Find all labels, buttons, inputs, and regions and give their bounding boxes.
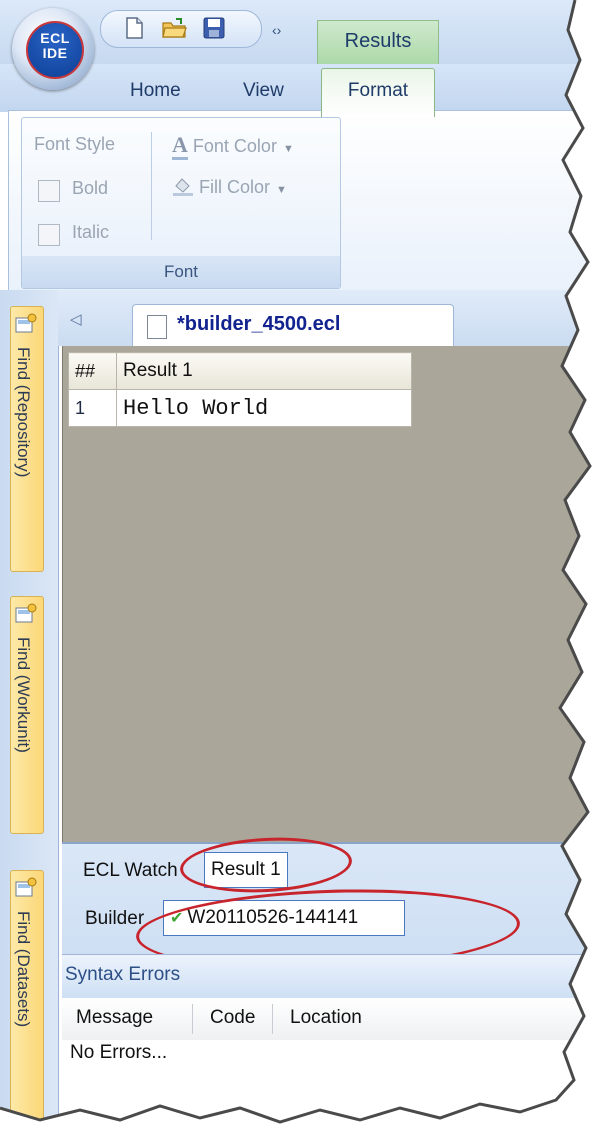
results-grid: ## Result 1 1 Hello World [68, 352, 412, 427]
builder-label: Builder [85, 908, 145, 929]
find-workunit-icon [15, 603, 37, 623]
logo-line-1: ECL [40, 30, 70, 46]
syntax-errors-columns: Message Code Location [62, 998, 599, 1041]
tab-find-repository[interactable]: Find (Repository) [10, 306, 44, 572]
ecl-watch-label: ECL Watch [83, 860, 178, 881]
bold-label: Bold [72, 178, 109, 198]
document-tab-strip: ◁ *builder_4500.ecl [58, 290, 599, 347]
find-datasets-label: Find (Datasets) [14, 911, 33, 1028]
tab-find-datasets[interactable]: Find (Datasets) [10, 870, 44, 1132]
find-repository-label: Find (Repository) [14, 347, 33, 478]
font-color-dropdown-icon: ▼ [282, 143, 294, 155]
grid-header-result-1[interactable]: Result 1 [116, 352, 412, 390]
app-menu-button[interactable]: ECL IDE [12, 8, 94, 90]
context-tab-results[interactable]: Results [317, 20, 439, 67]
save-disk-icon[interactable] [201, 15, 227, 41]
column-location[interactable]: Location [290, 1007, 362, 1029]
fill-color-dropdown-icon: ▼ [276, 184, 287, 196]
builder-workunit-id: W20110526-144141 [187, 907, 359, 928]
tab-scroll-left-icon[interactable]: ◁ [70, 310, 82, 328]
ecl-file-icon [147, 315, 167, 339]
font-color-icon: A [172, 132, 188, 160]
font-group-footer: Font [22, 256, 340, 288]
quick-access-toolbar [100, 10, 262, 48]
font-style-label: Font Style [34, 134, 116, 154]
font-group: Font Style Bold Italic A Font Color ▼ Fil… [21, 117, 341, 289]
open-folder-icon[interactable] [161, 15, 187, 41]
tab-format[interactable]: Format [321, 68, 435, 117]
fill-color-icon [172, 176, 194, 196]
bold-checkbox[interactable] [38, 180, 60, 202]
italic-label: Italic [72, 222, 110, 242]
find-workunit-label: Find (Workunit) [14, 637, 33, 753]
ribbon-tab-strip: Home View Format [0, 64, 599, 117]
quick-access-overflow-icon[interactable]: ‹› [272, 22, 281, 38]
row-number: 1 [68, 389, 117, 427]
results-area: ## Result 1 1 Hello World [62, 346, 599, 842]
tab-format-label: Format [347, 80, 409, 101]
ecl-watch-result-label: Result 1 [211, 859, 281, 880]
fill-color-label: Fill Color [199, 177, 271, 197]
result-cell[interactable]: Hello World [116, 389, 412, 427]
find-repository-icon [15, 313, 37, 333]
document-tab[interactable]: *builder_4500.ecl [132, 304, 454, 347]
context-tab-label: Results [344, 30, 412, 52]
ecl-ide-logo: ECL IDE [26, 21, 84, 79]
tab-view[interactable]: View [243, 80, 284, 102]
list-item[interactable]: No Errors... [70, 1042, 167, 1064]
group-divider [151, 132, 152, 240]
tab-find-workunit[interactable]: Find (Workunit) [10, 596, 44, 834]
table-row[interactable]: 1 Hello World [68, 389, 412, 427]
ecl-ide-window: ‹› Results ECL IDE Home View Format Font… [0, 0, 599, 1132]
column-divider[interactable] [192, 1004, 193, 1034]
column-divider[interactable] [272, 1004, 273, 1034]
column-message[interactable]: Message [76, 1007, 153, 1029]
syntax-errors-title: Syntax Errors [65, 964, 181, 985]
ecl-watch-result-tab[interactable]: Result 1 [204, 852, 288, 888]
column-code[interactable]: Code [210, 1007, 255, 1029]
document-tab-title: *builder_4500.ecl [177, 313, 341, 335]
syntax-errors-header: Syntax Errors [62, 954, 599, 1000]
new-document-icon[interactable] [121, 15, 147, 41]
logo-line-2: IDE [42, 45, 68, 61]
check-icon: ✔ [170, 910, 184, 927]
font-color-label: Font Color [192, 136, 277, 156]
italic-checkbox[interactable] [38, 224, 60, 246]
find-datasets-icon [15, 877, 37, 897]
builder-workunit-tab[interactable]: ✔ W20110526-144141 [163, 900, 405, 936]
left-dock-panel: Find (Repository) Find (Workunit) Find (… [0, 290, 59, 1132]
output-panel: ECL Watch Result 1 Builder ✔ W20110526-14… [62, 833, 599, 977]
font-color-button[interactable]: A Font Color ▼ [172, 132, 294, 160]
ribbon-panel: Font Style Bold Italic A Font Color ▼ Fil… [8, 110, 599, 292]
fill-color-button[interactable]: Fill Color ▼ [172, 176, 287, 198]
tab-home[interactable]: Home [130, 80, 181, 102]
grid-header-rownum[interactable]: ## [68, 352, 117, 390]
syntax-errors-list: No Errors... [62, 1040, 599, 1132]
